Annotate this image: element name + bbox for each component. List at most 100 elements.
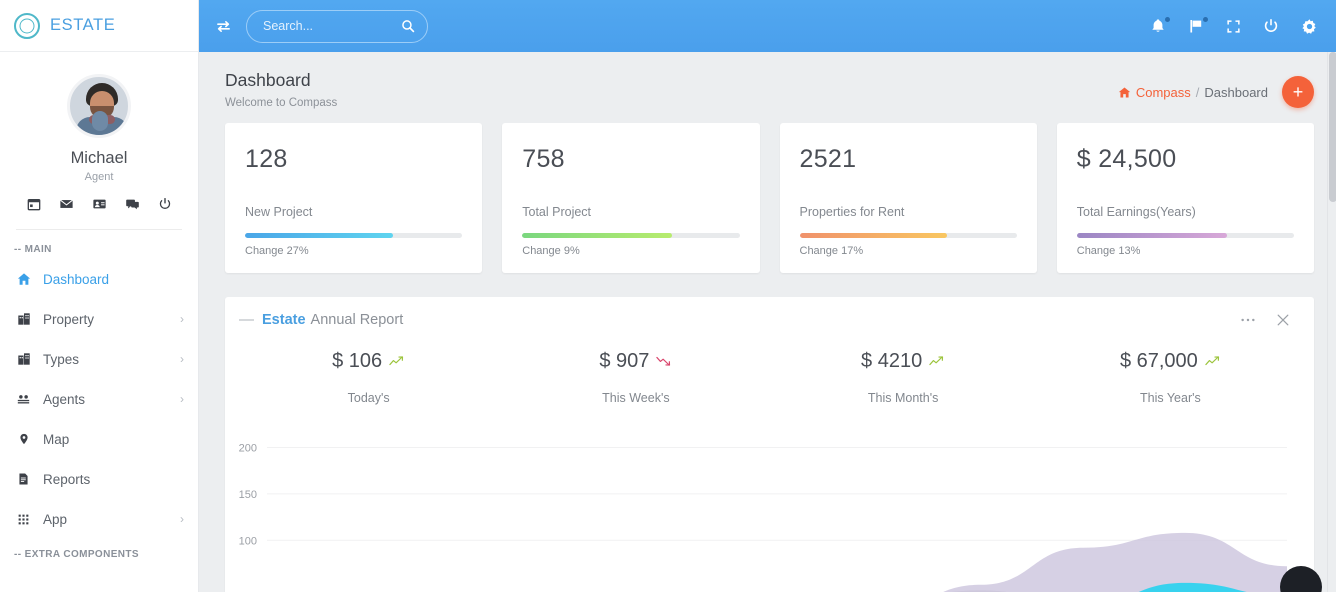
- notification-badge: [1165, 17, 1170, 22]
- kpi-label: Today's: [347, 391, 390, 405]
- sidebar-item-dashboard[interactable]: Dashboard: [0, 259, 198, 299]
- sidebar-section-extra: -- EXTRA COMPONENTS: [14, 549, 140, 560]
- kpi-value-wrap: $ 106: [332, 350, 405, 373]
- topbar-actions: [1150, 17, 1322, 35]
- sidebar-item-reports[interactable]: Reports: [0, 459, 198, 499]
- chart-y-tick-label: 100: [239, 535, 257, 547]
- brand[interactable]: ESTATE: [0, 0, 198, 52]
- stat-value: $ 24,500: [1076, 145, 1177, 173]
- sidebar: ESTATE Michael Agent -- MAIN Dashboard P…: [0, 0, 199, 592]
- stat-change: Change 9%: [522, 245, 580, 257]
- sidebar-item-map[interactable]: Map: [0, 419, 198, 459]
- progress-track: [799, 233, 1017, 238]
- exchange-arrows-icon[interactable]: [215, 19, 232, 34]
- ellipsis-icon[interactable]: [1240, 317, 1256, 323]
- sidebar-item-label: App: [43, 511, 68, 527]
- sidebar-item-app[interactable]: App ›: [0, 499, 198, 539]
- topbar: [199, 0, 1336, 52]
- profile-role: Agent: [84, 171, 114, 183]
- kpi-value: $ 106: [332, 350, 383, 372]
- progress-track: [522, 233, 740, 238]
- chevron-right-icon: ›: [180, 392, 184, 406]
- stat-card: $ 24,500 Total Earnings(Years) Change 13…: [1056, 123, 1314, 273]
- stat-change: Change 13%: [1076, 245, 1141, 257]
- scrollbar-thumb[interactable]: [1329, 52, 1336, 202]
- progress-fill: [799, 233, 948, 238]
- panel-dash: —: [239, 311, 254, 328]
- kpi-label: This Year's: [1139, 391, 1201, 405]
- stat-card: 758 Total Project Change 9%: [502, 123, 760, 273]
- grid-icon: [16, 513, 31, 526]
- stat-change: Change 17%: [799, 245, 864, 257]
- trend-down-icon: [656, 350, 672, 373]
- close-icon[interactable]: [1276, 313, 1290, 327]
- kpi-label: This Week's: [602, 391, 670, 405]
- calendar-icon[interactable]: [27, 197, 41, 211]
- search-box[interactable]: [246, 9, 428, 43]
- search-icon[interactable]: [401, 19, 415, 33]
- building-icon: [16, 352, 31, 366]
- kpi-week: $ 907 This Week's: [502, 350, 769, 405]
- chevron-right-icon: ›: [180, 512, 184, 526]
- breadcrumb-current: Dashboard: [1204, 84, 1268, 100]
- page-content: Dashboard Welcome to Compass Compass / D…: [199, 52, 1336, 592]
- document-icon: [16, 472, 31, 486]
- stat-label: Total Earnings(Years): [1076, 205, 1196, 219]
- contact-card-icon[interactable]: [92, 197, 107, 211]
- panel-title-accent: Estate: [262, 311, 306, 328]
- stat-cards: 128 New Project Change 27% 758 Total Pro…: [199, 109, 1336, 273]
- stat-label: Total Project: [522, 205, 592, 219]
- stat-card: 2521 Properties for Rent Change 17%: [779, 123, 1037, 273]
- chat-icon[interactable]: [125, 197, 140, 211]
- fullscreen-icon[interactable]: [1226, 19, 1241, 34]
- envelope-icon[interactable]: [59, 197, 74, 211]
- kpi-year: $ 67,000 This Year's: [1037, 350, 1304, 405]
- stat-value: 128: [245, 145, 288, 173]
- sidebar-item-agents[interactable]: Agents ›: [0, 379, 198, 419]
- trend-up-icon: [389, 350, 405, 373]
- map-pin-icon: [16, 432, 31, 446]
- chevron-right-icon: ›: [180, 352, 184, 366]
- chart-y-tick-label: 150: [239, 489, 257, 501]
- power-icon[interactable]: [1263, 18, 1279, 34]
- annual-report-chart: 100 150 200: [225, 423, 1298, 592]
- add-button[interactable]: +: [1282, 76, 1314, 108]
- search-input[interactable]: [263, 19, 393, 33]
- kpi-value: $ 907: [599, 350, 650, 372]
- sidebar-item-label: Map: [43, 431, 70, 447]
- annual-report-panel: — Estate Annual Report $ 106 Today's $ 9…: [225, 297, 1314, 592]
- avatar[interactable]: [67, 74, 131, 138]
- panel-tools: [1240, 313, 1296, 327]
- gear-icon[interactable]: [1301, 18, 1318, 35]
- trend-up-icon: [1205, 350, 1221, 373]
- power-icon[interactable]: [158, 197, 172, 211]
- building-icon: [16, 312, 31, 326]
- sidebar-item-property[interactable]: Property ›: [0, 299, 198, 339]
- profile-panel: Michael Agent: [0, 52, 198, 230]
- sidebar-item-label: Reports: [43, 471, 91, 487]
- sidebar-item-label: Agents: [43, 391, 86, 407]
- home-icon: [1118, 86, 1131, 99]
- flag-icon[interactable]: [1188, 17, 1208, 34]
- stat-label: New Project: [245, 205, 313, 219]
- breadcrumb-root[interactable]: Compass: [1136, 85, 1191, 100]
- kpi-value: $ 4210: [861, 350, 923, 372]
- breadcrumb-separator: /: [1195, 84, 1200, 100]
- brand-name: ESTATE: [50, 16, 116, 34]
- users-icon: [16, 392, 31, 406]
- sidebar-item-types[interactable]: Types ›: [0, 339, 198, 379]
- kpi-value: $ 67,000: [1119, 350, 1198, 372]
- kpi-row: $ 106 Today's $ 907 This Week's $ 4210 T…: [225, 338, 1314, 405]
- sidebar-item-label: Property: [43, 311, 95, 327]
- chevron-right-icon: ›: [180, 312, 184, 326]
- page-subtitle: Welcome to Compass: [225, 97, 338, 109]
- kpi-label: This Month's: [867, 391, 939, 405]
- progress-track: [1076, 233, 1294, 238]
- bell-icon[interactable]: [1150, 17, 1170, 34]
- flag-badge: [1203, 17, 1208, 22]
- chart-area-series-purple: [943, 532, 1287, 592]
- page-scrollbar[interactable]: [1327, 52, 1336, 592]
- profile-name: Michael: [70, 149, 128, 167]
- main-region: Dashboard Welcome to Compass Compass / D…: [199, 0, 1336, 592]
- sidebar-item-label: Types: [43, 351, 80, 367]
